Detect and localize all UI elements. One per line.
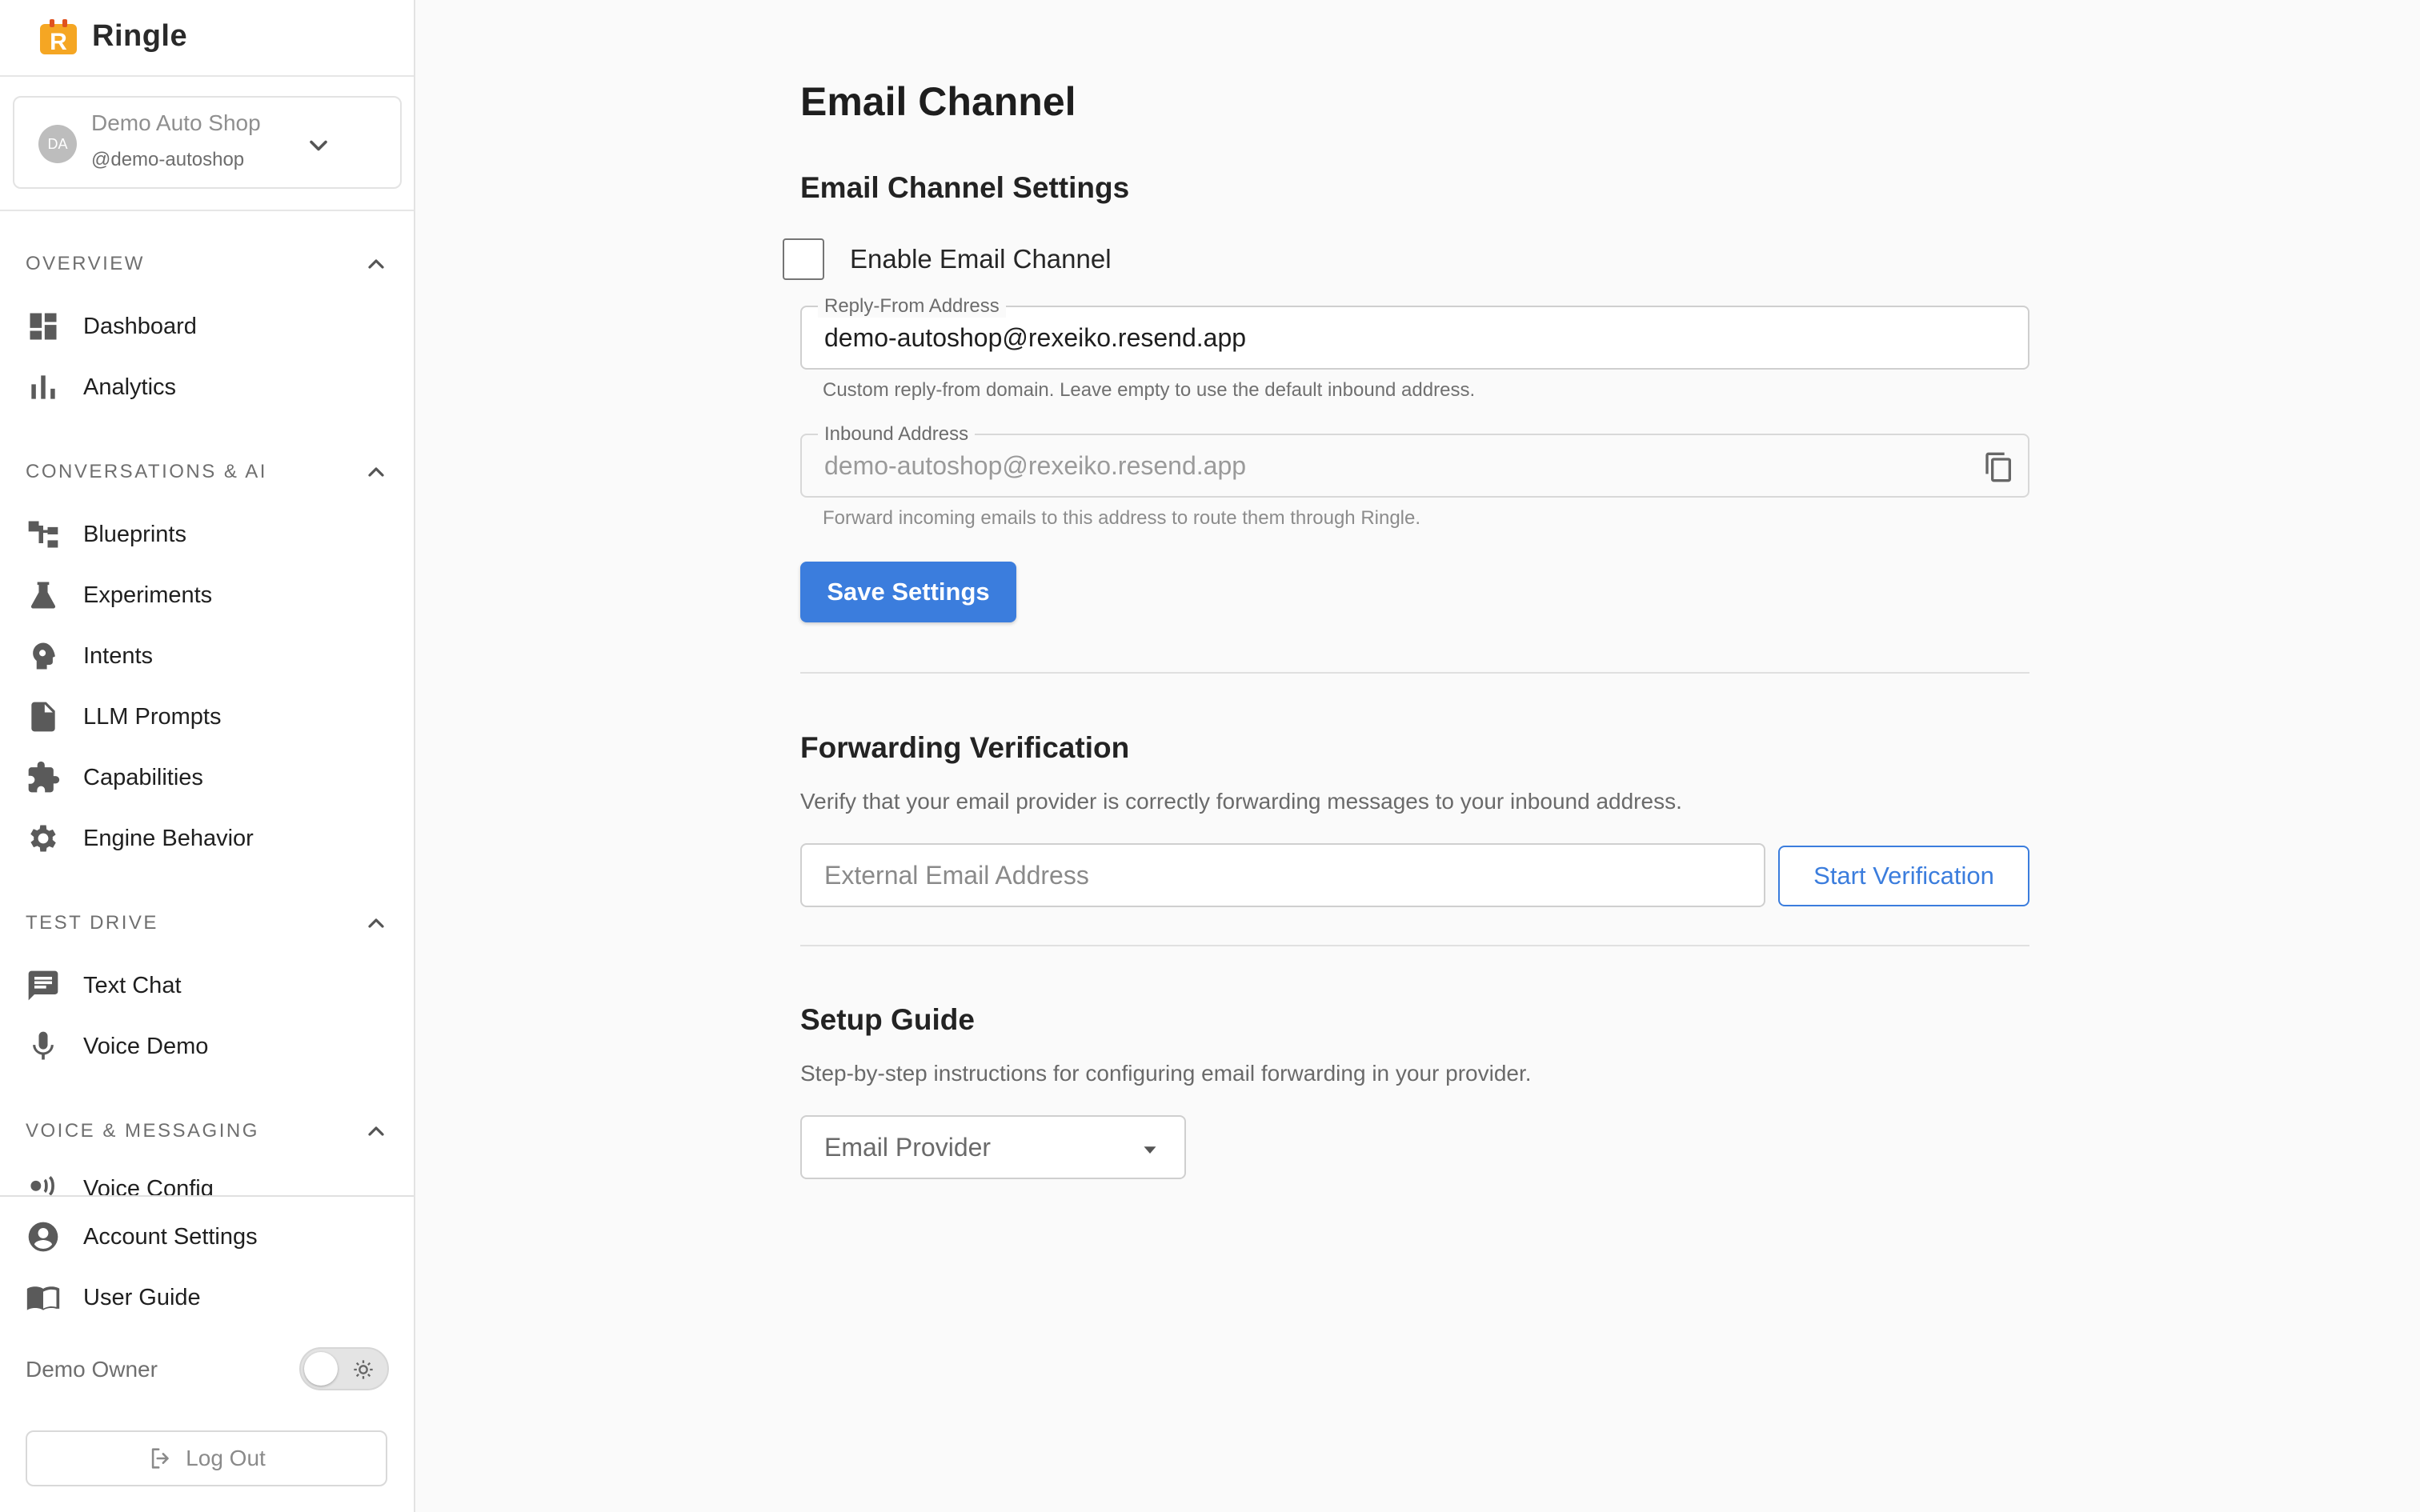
sidebar-item-text-chat[interactable]: Text Chat [26,962,394,1010]
sidebar-item-blueprints[interactable]: Blueprints [26,510,394,558]
section-voice-messaging-header[interactable]: VOICE & MESSAGING [26,1115,389,1147]
section-conversations-header[interactable]: CONVERSATIONS & AI [26,456,389,488]
reply-from-input[interactable] [824,307,1961,368]
brand-name: Ringle [92,19,188,53]
sun-icon [354,1360,373,1379]
logout-button[interactable]: Log Out [26,1430,387,1486]
sidebar-item-label: User Guide [83,1284,201,1310]
email-provider-select[interactable]: Email Provider [800,1115,1186,1179]
sidebar-item-llm-prompts[interactable]: LLM Prompts [26,693,394,741]
chevron-down-icon [310,140,327,151]
sidebar-item-dashboard[interactable]: Dashboard [26,302,394,350]
sidebar-item-label: Engine Behavior [83,825,254,851]
app-root: R Ringle DA Demo Auto Shop @demo-autosho… [0,0,2420,1512]
sidebar-item-engine-behavior[interactable]: Engine Behavior [26,814,394,862]
section-divider [800,945,2029,946]
logout-icon [151,1448,169,1469]
sidebar-item-voice-config[interactable]: Voice Config [26,1165,394,1195]
sidebar-item-label: Account Settings [83,1223,258,1250]
account-circle-icon [28,1222,58,1252]
enable-email-checkbox[interactable] [783,238,824,280]
brand-header: R Ringle [0,0,414,77]
enable-email-label: Enable Email Channel [850,244,1112,274]
section-label: OVERVIEW [26,253,145,274]
flask-icon [30,582,56,609]
voice-icon [30,1175,54,1195]
workspace-switcher[interactable]: DA Demo Auto Shop @demo-autoshop [13,96,402,189]
blueprint-tree-icon [28,521,58,548]
sidebar: R Ringle DA Demo Auto Shop @demo-autosho… [0,0,415,1512]
section-label: VOICE & MESSAGING [26,1120,259,1142]
sidebar-item-label: Voice Demo [83,1033,209,1059]
section-divider [800,672,2029,674]
sidebar-item-label: Dashboard [83,313,197,339]
start-verification-button[interactable]: Start Verification [1778,846,2029,906]
dashboard-icon [30,313,57,340]
reply-from-field[interactable]: Reply-From Address [800,295,2029,370]
inbound-address-field: Inbound Address [800,423,2029,498]
page-title: Email Channel [800,79,1076,124]
sidebar-item-label: Blueprints [83,521,186,547]
sidebar-item-experiments[interactable]: Experiments [26,571,394,619]
sidebar-item-voice-demo[interactable]: Voice Demo [26,1022,394,1070]
reply-from-helper: Custom reply-from domain. Leave empty to… [823,379,1476,401]
forwarding-heading: Forwarding Verification [800,731,1130,764]
section-label: CONVERSATIONS & AI [26,461,267,482]
enable-email-channel-row[interactable]: Enable Email Channel [783,238,1112,280]
main-content: Email Channel Email Channel Settings Ena… [415,0,2420,1512]
sidebar-item-intents[interactable]: Intents [26,632,394,680]
sidebar-footer: Account Settings User Guide Demo Owner L… [0,1195,414,1512]
sidebar-item-analytics[interactable]: Analytics [26,363,394,411]
head-gear-icon [33,642,55,670]
section-label: TEST DRIVE [26,912,158,934]
workspace-avatar: DA [38,125,77,163]
sidebar-item-label: Analytics [83,374,177,400]
sidebar-item-label: Text Chat [83,972,182,998]
sidebar-item-user-guide[interactable]: User Guide [26,1274,394,1322]
sidebar-item-capabilities[interactable]: Capabilities [26,754,394,802]
workspace-name: Demo Auto Shop [91,110,261,135]
chevron-up-icon[interactable] [363,1118,389,1144]
sidebar-item-label: Capabilities [83,764,203,790]
setup-guide-heading: Setup Guide [800,1003,975,1036]
external-email-input[interactable] [800,843,1765,907]
section-overview-header[interactable]: OVERVIEW [26,248,389,280]
forwarding-description: Verify that your email provider is corre… [800,789,1682,814]
setup-guide-description: Step-by-step instructions for configurin… [800,1061,1532,1086]
theme-toggle[interactable] [299,1347,389,1390]
ringle-logo-icon: R [40,19,77,55]
puzzle-icon [28,761,60,793]
email-provider-placeholder: Email Provider [824,1133,992,1162]
microphone-icon [33,1031,54,1060]
sidebar-nav[interactable]: OVERVIEW Dashboard Analytics CONVERSATIO… [0,210,414,1195]
section-test-drive-header[interactable]: TEST DRIVE [26,907,389,939]
settings-heading: Email Channel Settings [800,171,1130,204]
copy-icon[interactable] [1983,451,2015,483]
gear-icon [30,825,56,852]
caret-down-icon [1144,1146,1156,1154]
svg-text:R: R [50,29,67,55]
chat-icon [28,970,58,1001]
inbound-address-helper: Forward incoming emails to this address … [823,507,1421,529]
sidebar-item-label: LLM Prompts [83,703,222,730]
current-user-name: Demo Owner [26,1357,158,1382]
chevron-up-icon[interactable] [363,251,389,277]
logout-label: Log Out [186,1446,266,1470]
bar-chart-icon [31,375,55,399]
document-icon [31,702,55,732]
toggle-knob [304,1352,338,1386]
chevron-up-icon[interactable] [363,459,389,485]
workspace-handle: @demo-autoshop [91,149,245,170]
chevron-up-icon[interactable] [363,910,389,936]
save-settings-button[interactable]: Save Settings [800,562,1016,622]
sidebar-item-label: Voice Config [83,1175,214,1196]
sidebar-item-account-settings[interactable]: Account Settings [26,1213,394,1261]
sidebar-item-label: Experiments [83,582,213,608]
book-icon [26,1286,60,1310]
inbound-address-input [824,435,1961,496]
sidebar-item-label: Intents [83,642,154,669]
